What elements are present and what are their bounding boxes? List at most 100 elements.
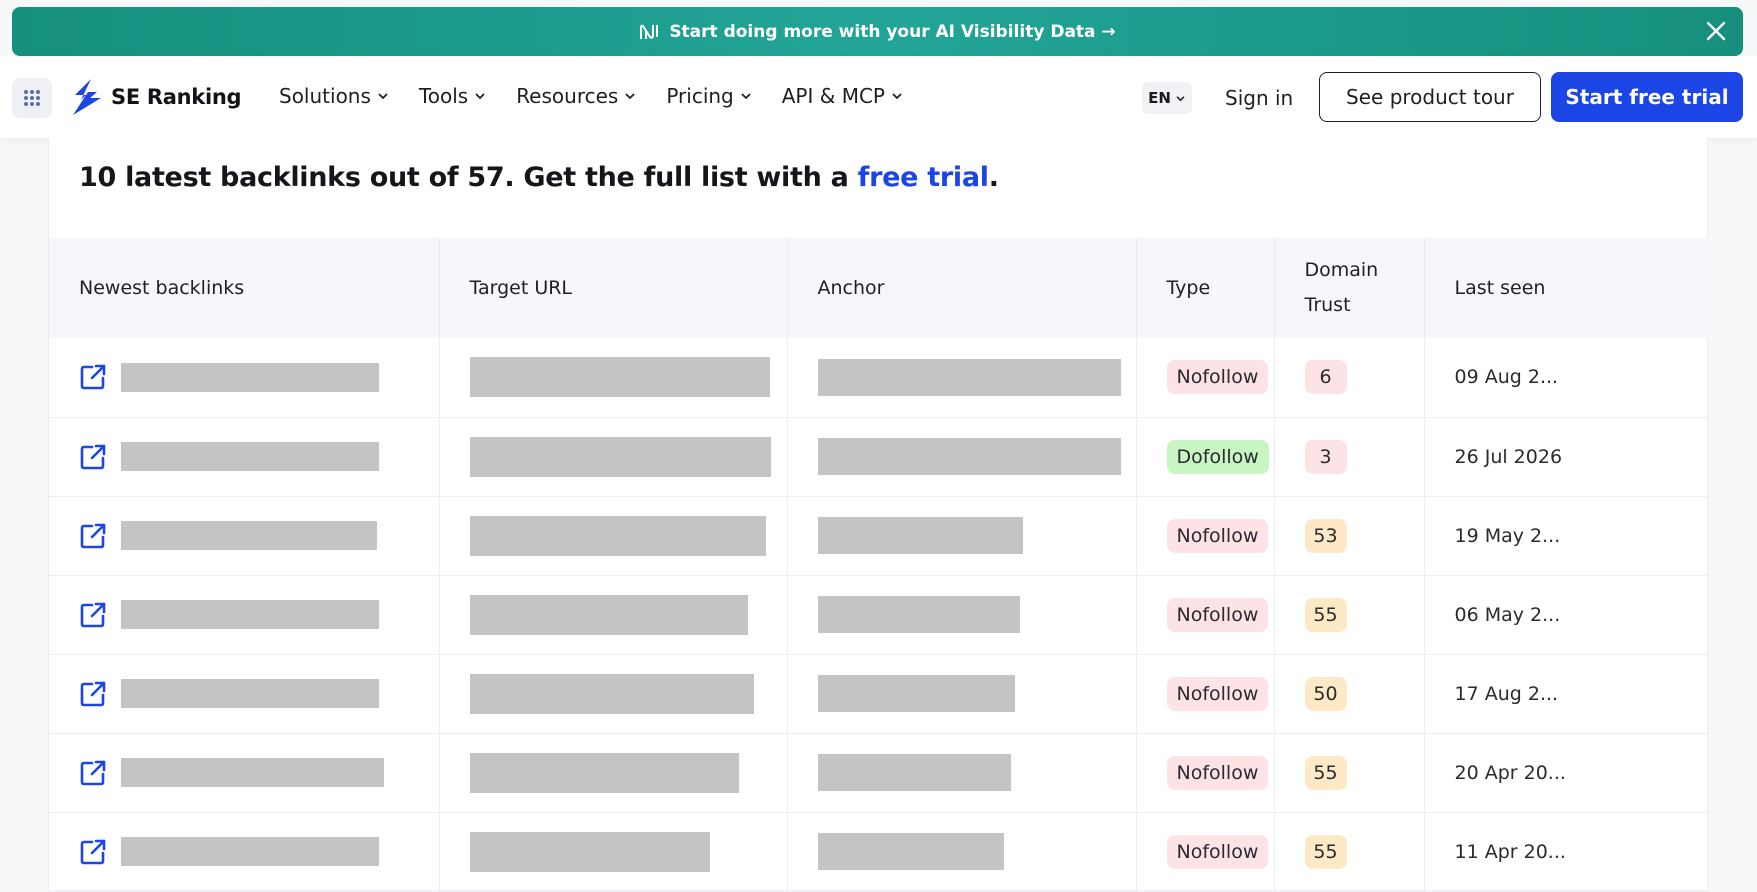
external-link-icon[interactable] (79, 443, 107, 471)
column-header-target-url: Target URL (439, 238, 788, 338)
type-cell: Dofollow (1136, 417, 1275, 497)
last-seen-cell: 20 Apr 20... (1424, 733, 1709, 813)
language-label: EN (1148, 89, 1171, 107)
redacted-anchor (817, 675, 1015, 712)
apps-menu-button[interactable] (12, 78, 52, 118)
se-ranking-logo-icon (73, 79, 101, 115)
sign-in-link[interactable]: Sign in (1225, 86, 1293, 110)
table-row: Nofollow 50 17 Aug 2... (49, 654, 1709, 734)
external-link-icon[interactable] (79, 601, 107, 629)
backlink-cell (49, 575, 440, 655)
external-link-icon[interactable] (79, 838, 107, 866)
menu-label: Solutions (279, 84, 371, 108)
redacted-backlink (121, 442, 379, 471)
title-suffix: . (988, 162, 999, 193)
domain-trust-cell: 55 (1274, 575, 1425, 655)
redacted-backlink (121, 362, 379, 392)
last-seen-cell: 11 Apr 20... (1424, 812, 1709, 892)
redacted-anchor (817, 754, 1011, 791)
link-type-badge: Nofollow (1166, 676, 1269, 711)
redacted-anchor (817, 438, 1121, 475)
chevron-down-icon (892, 93, 902, 100)
menu-api-mcp[interactable]: API & MCP (782, 84, 903, 108)
anchor-cell (787, 575, 1137, 655)
menu-solutions[interactable]: Solutions (279, 84, 389, 108)
close-icon[interactable] (1703, 18, 1729, 44)
link-type-badge: Dofollow (1166, 439, 1269, 474)
external-link-icon[interactable] (79, 759, 107, 787)
domain-trust-badge: 53 (1304, 518, 1347, 553)
domain-trust-cell: 3 (1274, 417, 1425, 497)
redacted-target-url (469, 515, 766, 556)
domain-trust-badge: 55 (1304, 834, 1347, 869)
redacted-anchor (817, 833, 1004, 870)
target-url-cell (439, 654, 788, 734)
promo-banner-text: Start doing more with your AI Visibility… (669, 21, 1116, 42)
ai-visibility-icon (640, 24, 659, 39)
language-selector[interactable]: EN (1142, 82, 1192, 114)
target-url-cell (439, 338, 788, 418)
logo-text: SE Ranking (111, 85, 242, 109)
domain-trust-cell: 50 (1274, 654, 1425, 734)
target-url-cell (439, 417, 788, 497)
top-navigation: SE Ranking Solutions Tools Resources Pri… (0, 56, 1757, 138)
domain-trust-badge: 55 (1304, 597, 1347, 632)
redacted-backlink (121, 837, 379, 866)
external-link-icon[interactable] (79, 680, 107, 708)
backlink-cell (49, 654, 440, 734)
anchor-cell (787, 733, 1137, 813)
domain-trust-cell: 6 (1274, 338, 1425, 418)
redacted-target-url (469, 673, 754, 714)
redacted-anchor (817, 596, 1020, 633)
table-row: Dofollow 3 26 Jul 2026 (49, 417, 1709, 497)
logo[interactable]: SE Ranking (71, 78, 242, 116)
backlinks-card: 10 latest backlinks out of 57. Get the f… (48, 138, 1709, 892)
link-type-badge: Nofollow (1166, 360, 1269, 395)
target-url-cell (439, 575, 788, 655)
redacted-target-url (469, 357, 770, 398)
anchor-cell (787, 654, 1137, 734)
menu-tools[interactable]: Tools (419, 84, 486, 108)
domain-trust-cell: 55 (1274, 812, 1425, 892)
chevron-down-icon (378, 93, 388, 100)
type-cell: Nofollow (1136, 575, 1275, 655)
promo-banner-link[interactable]: Start doing more with your AI Visibility… (639, 21, 1116, 42)
menu-pricing[interactable]: Pricing (666, 84, 751, 108)
menu-label: Resources (516, 84, 619, 108)
domain-trust-cell: 53 (1274, 496, 1425, 576)
domain-trust-badge: 3 (1304, 439, 1347, 474)
backlink-cell (49, 496, 440, 576)
backlinks-table: Newest backlinks Target URL Anchor Type … (49, 238, 1709, 892)
product-tour-button[interactable]: See product tour (1319, 72, 1541, 122)
page-title: 10 latest backlinks out of 57. Get the f… (79, 162, 999, 193)
table-row: Nofollow 6 09 Aug 2... (49, 338, 1709, 418)
type-cell: Nofollow (1136, 654, 1275, 734)
anchor-cell (787, 417, 1137, 497)
menu-resources[interactable]: Resources (516, 84, 636, 108)
backlink-cell (49, 812, 440, 892)
redacted-anchor (817, 358, 1121, 396)
start-free-trial-button[interactable]: Start free trial (1551, 72, 1743, 122)
redacted-backlink (121, 600, 379, 629)
external-link-icon[interactable] (79, 363, 107, 391)
domain-trust-badge: 55 (1304, 755, 1347, 790)
last-seen-cell: 26 Jul 2026 (1424, 417, 1709, 497)
target-url-cell (439, 496, 788, 576)
backlink-cell (49, 733, 440, 813)
chevron-down-icon (475, 93, 485, 100)
free-trial-link[interactable]: free trial (858, 162, 989, 193)
column-header-newest-backlinks: Newest backlinks (49, 238, 440, 338)
redacted-backlink (121, 679, 379, 708)
redacted-target-url (469, 594, 748, 635)
table-header-row: Newest backlinks Target URL Anchor Type … (49, 238, 1709, 338)
anchor-cell (787, 496, 1137, 576)
backlink-cell (49, 338, 440, 418)
type-cell: Nofollow (1136, 812, 1275, 892)
table-row: Nofollow 55 20 Apr 20... (49, 733, 1709, 813)
external-link-icon[interactable] (79, 522, 107, 550)
target-url-cell (439, 733, 788, 813)
link-type-badge: Nofollow (1166, 834, 1269, 869)
domain-trust-badge: 6 (1304, 360, 1347, 395)
anchor-cell (787, 338, 1137, 418)
anchor-cell (787, 812, 1137, 892)
